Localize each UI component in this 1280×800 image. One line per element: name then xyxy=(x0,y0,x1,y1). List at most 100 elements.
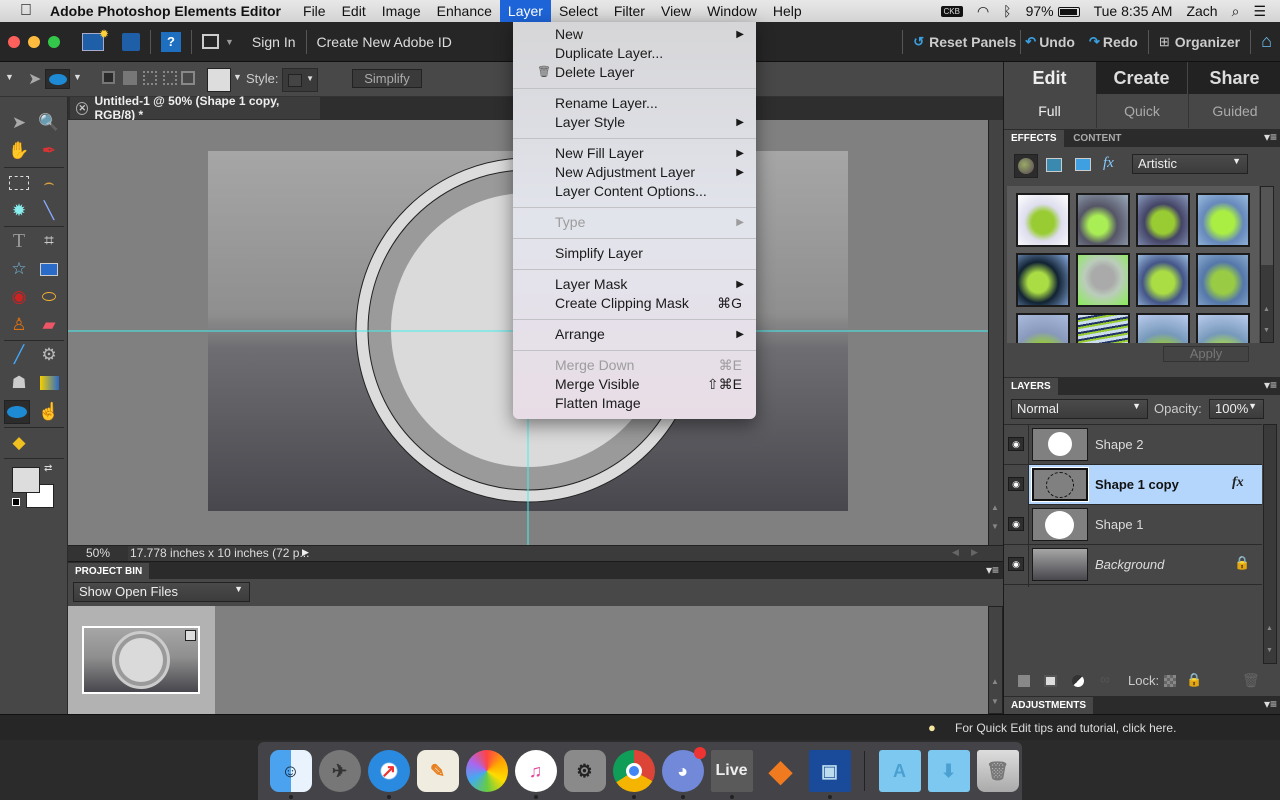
straighten-tool-icon[interactable] xyxy=(36,257,62,281)
dock-system-preferences-icon[interactable]: ⚙ xyxy=(563,750,606,792)
mode-tab-edit[interactable]: Edit xyxy=(1004,62,1095,94)
simplify-button[interactable]: Simplify xyxy=(352,69,422,88)
layer-row-selected[interactable]: Shape 1 copy fx xyxy=(1029,465,1262,505)
effect-thumbnail[interactable] xyxy=(1076,193,1130,247)
dock-downloads-folder-icon[interactable]: ⬇ xyxy=(927,750,970,792)
scroll-up-icon[interactable]: ▲ xyxy=(1266,625,1273,632)
adjustment-layer-icon[interactable] xyxy=(1072,675,1084,687)
user-name[interactable]: Zach xyxy=(1186,3,1217,19)
dock-photos-icon[interactable] xyxy=(465,750,508,792)
lasso-tool-icon[interactable]: ⌢ xyxy=(36,171,62,195)
dock-finder-icon[interactable]: ☺ xyxy=(269,750,312,799)
ellipse-shape-icon[interactable] xyxy=(45,69,70,89)
menu-help[interactable]: Help xyxy=(765,0,810,22)
save-icon[interactable] xyxy=(122,32,140,51)
intersect-shape-icon[interactable] xyxy=(163,71,177,85)
layer-name[interactable]: Shape 1 copy xyxy=(1095,477,1179,492)
effect-thumbnail[interactable] xyxy=(1016,193,1070,247)
dock-launchpad-icon[interactable]: ✈ xyxy=(318,750,361,792)
tool-preset-chevron-icon[interactable]: ▼ xyxy=(5,72,14,82)
magic-wand-tool-icon[interactable]: ✹ xyxy=(6,199,32,223)
notification-center-icon[interactable]: ☰ xyxy=(1253,3,1266,20)
link-layers-icon[interactable]: ∞ xyxy=(1100,671,1110,687)
layer-style-fx-icon[interactable]: fx xyxy=(1232,475,1244,491)
gradient-tool-icon[interactable] xyxy=(36,371,62,395)
show-files-dropdown[interactable]: Show Open Files ▼ xyxy=(73,582,250,602)
menu-image[interactable]: Image xyxy=(374,0,429,22)
color-chevron-icon[interactable]: ▼ xyxy=(233,72,242,82)
brush-tool-icon[interactable]: ╱ xyxy=(6,343,32,367)
close-document-icon[interactable]: ✕ xyxy=(76,101,89,115)
tab-effects[interactable]: EFFECTS xyxy=(1004,130,1064,148)
menu-file[interactable]: File xyxy=(295,0,334,22)
panel-menu-icon[interactable]: ▾≡ xyxy=(1264,378,1277,392)
canvas-vertical-scrollbar[interactable]: ▲ ▼ xyxy=(988,120,1003,545)
quick-selection-tool-icon[interactable]: ╲ xyxy=(36,199,62,223)
dock-discord-icon[interactable]: ◕ xyxy=(661,747,706,799)
menu-item-arrange[interactable]: Arrange ▶ xyxy=(513,325,756,344)
scroll-down-icon[interactable]: ▼ xyxy=(1263,327,1270,334)
apply-effect-button[interactable]: Apply xyxy=(1163,346,1249,362)
layer-name[interactable]: Background xyxy=(1095,557,1164,572)
marquee-tool-icon[interactable] xyxy=(6,171,32,195)
healing-brush-tool-icon[interactable]: ⬭ xyxy=(36,285,62,309)
scroll-right-icon[interactable]: ▶ xyxy=(971,547,978,558)
dock-pages-icon[interactable]: ✎ xyxy=(416,750,459,792)
menu-item-delete-layer[interactable]: 🗑 Delete Layer xyxy=(513,63,756,82)
swap-colors-icon[interactable]: ⇄ xyxy=(44,463,52,474)
scroll-thumb[interactable] xyxy=(1261,187,1273,265)
workspace-layout-icon[interactable] xyxy=(202,34,219,49)
menu-item-new[interactable]: New ▶ xyxy=(513,25,756,44)
scroll-up-icon[interactable]: ▲ xyxy=(991,677,999,686)
shape-chevron-icon[interactable]: ▼ xyxy=(73,72,82,82)
menu-item-new-fill-layer[interactable]: New Fill Layer ▶ xyxy=(513,144,756,163)
adjustments-title[interactable]: ADJUSTMENTS xyxy=(1004,697,1094,715)
create-adobe-id-link[interactable]: Create New Adobe ID xyxy=(317,34,452,50)
hand-tool-icon[interactable]: ✋ xyxy=(6,139,32,163)
dock-applications-folder-icon[interactable]: A xyxy=(878,750,921,792)
type-tool-icon[interactable]: T xyxy=(6,229,32,253)
menu-edit[interactable]: Edit xyxy=(334,0,374,22)
panel-menu-icon[interactable]: ▾≡ xyxy=(1264,697,1277,711)
dock-chrome-icon[interactable] xyxy=(612,750,655,799)
effect-thumbnail[interactable] xyxy=(1076,253,1130,307)
document-tab[interactable]: ✕ Untitled-1 @ 50% (Shape 1 copy, RGB/8)… xyxy=(70,94,320,122)
layer-row[interactable]: ◉ Shape 1 xyxy=(1004,505,1262,545)
open-file-slot[interactable] xyxy=(68,606,215,714)
exclude-shape-icon[interactable] xyxy=(181,71,195,85)
move-tool-icon[interactable]: ➤ xyxy=(6,111,32,135)
window-close-button[interactable] xyxy=(8,35,20,48)
layer-row[interactable]: ◉ Background 🔒 xyxy=(1004,545,1262,585)
photo-effects-icon[interactable] xyxy=(1075,158,1091,171)
dock-itunes-icon[interactable]: ♫ xyxy=(514,750,557,799)
mode-tab-share[interactable]: Share xyxy=(1188,62,1280,94)
smudge-tool-icon[interactable]: ☝ xyxy=(36,400,62,424)
layers-scrollbar[interactable]: ▲ ▼ xyxy=(1263,424,1277,664)
sub-tab-quick[interactable]: Quick xyxy=(1096,94,1187,128)
effect-thumbnail[interactable] xyxy=(1136,313,1190,343)
reset-panels-button[interactable]: Reset Panels xyxy=(929,34,1016,50)
lock-all-icon[interactable]: 🔒 xyxy=(1186,672,1202,688)
zoom-tool-icon[interactable]: 🔍 xyxy=(36,111,62,135)
scroll-down-icon[interactable]: ▼ xyxy=(1266,647,1273,654)
lock-transparency-icon[interactable] xyxy=(1164,675,1176,687)
file-thumbnail[interactable] xyxy=(82,626,200,694)
menu-item-layer-content-options[interactable]: Layer Content Options... xyxy=(513,182,756,201)
layer-name[interactable]: Shape 2 xyxy=(1095,437,1143,452)
spotlight-search-icon[interactable]: ⌕ xyxy=(1232,3,1240,20)
eraser-tool-icon[interactable]: ▰ xyxy=(36,313,62,337)
info-menu-arrow-icon[interactable]: ▶ xyxy=(302,547,309,558)
visibility-eye-icon[interactable]: ◉ xyxy=(1008,517,1024,531)
dock-safari-icon[interactable]: ↗ xyxy=(367,750,410,799)
effect-thumbnail[interactable] xyxy=(1136,253,1190,307)
menu-item-rename-layer[interactable]: Rename Layer... xyxy=(513,94,756,113)
visibility-eye-icon[interactable]: ◉ xyxy=(1008,437,1024,451)
shape-tool-icon[interactable] xyxy=(4,400,30,424)
cookie-cutter-tool-icon[interactable]: ☆ xyxy=(6,257,32,281)
crop-tool-icon[interactable]: ⌗ xyxy=(36,229,62,253)
sub-tab-guided[interactable]: Guided xyxy=(1188,94,1280,128)
menu-item-merge-visible[interactable]: Merge Visible ⇧⌘E xyxy=(513,375,756,394)
default-colors-icon[interactable] xyxy=(12,498,20,506)
redo-button[interactable]: Redo xyxy=(1103,34,1138,50)
dock-ableton-live-icon[interactable]: Live xyxy=(710,750,753,799)
